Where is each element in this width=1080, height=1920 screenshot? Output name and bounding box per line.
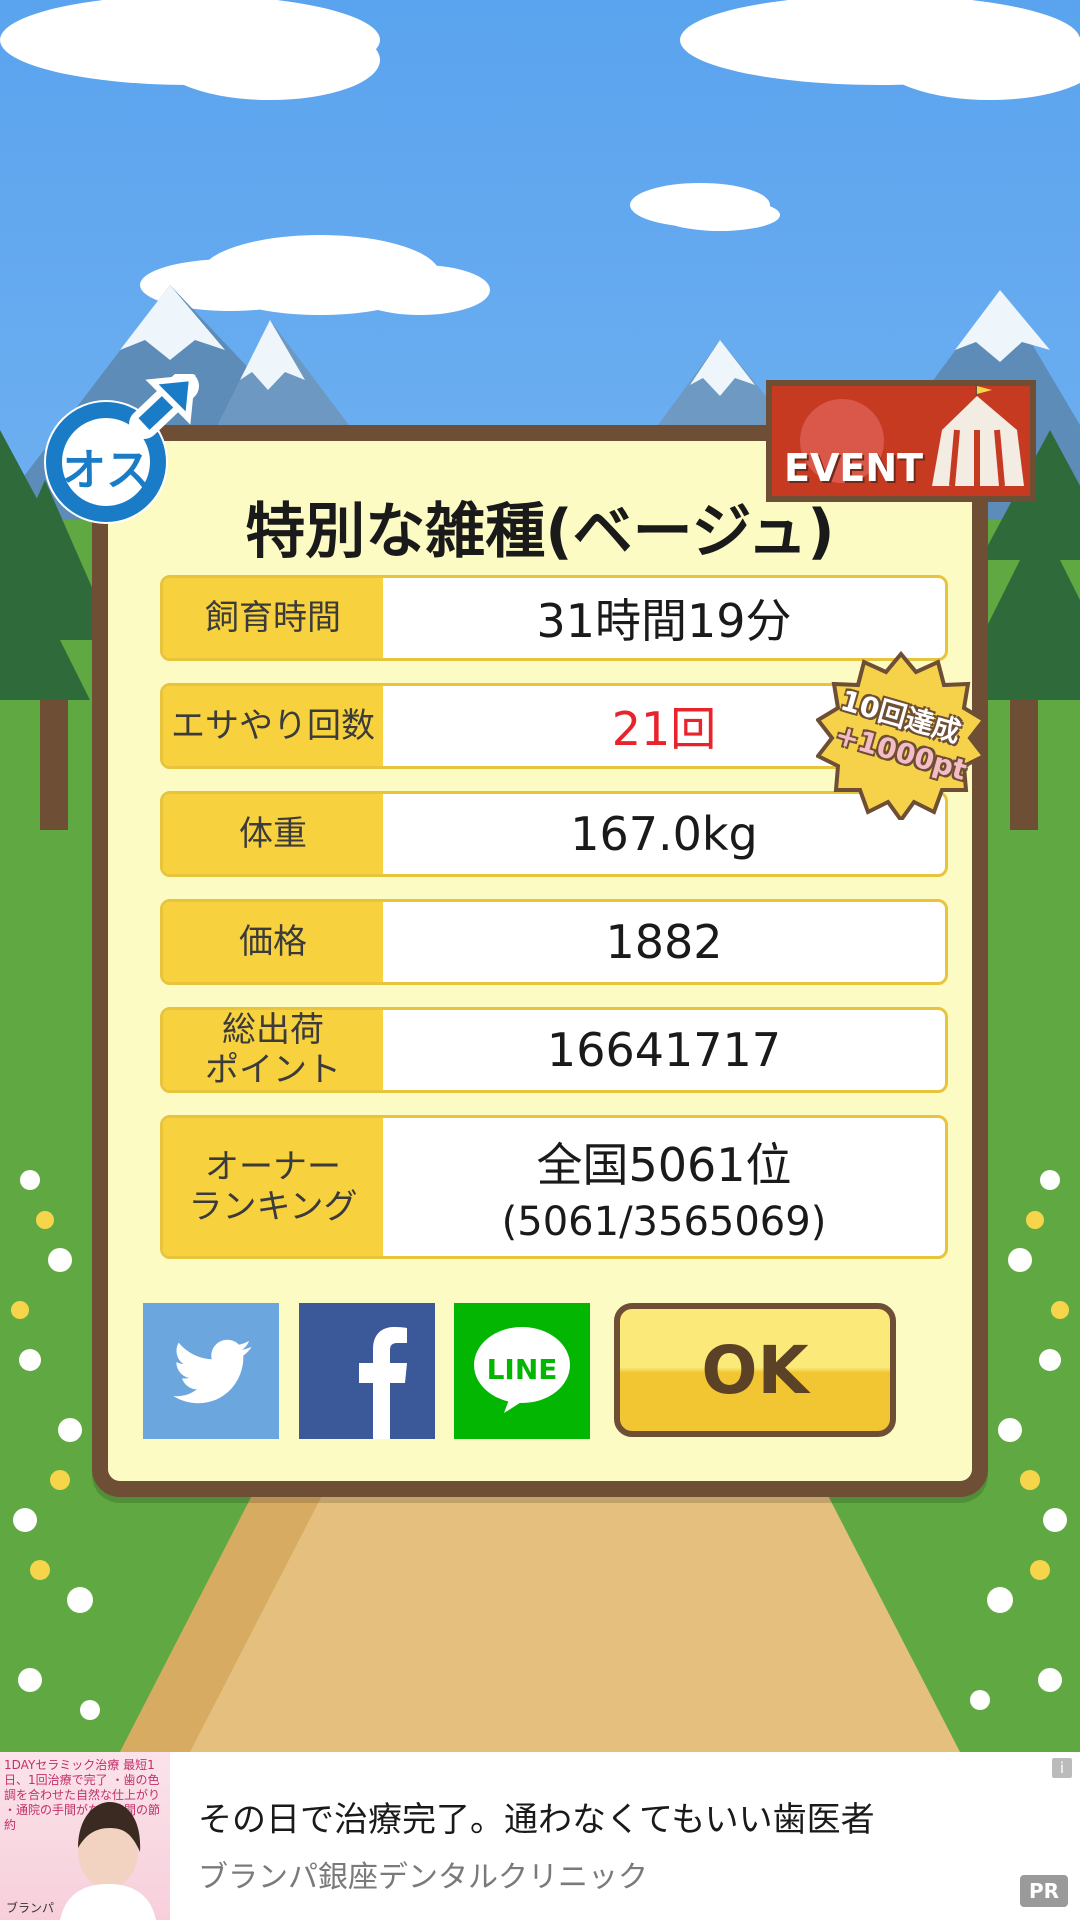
stat-value: 全国5061位 (5061/3565069) — [383, 1118, 945, 1256]
ad-info-icon[interactable]: i — [1052, 1758, 1072, 1778]
ranking-national: 全国5061位 — [536, 1138, 792, 1192]
stat-value: 31時間19分 — [536, 594, 792, 648]
stat-label: オーナー ランキング — [163, 1118, 383, 1256]
stat-row-price: 価格 1882 — [160, 899, 948, 985]
ranking-detail: (5061/3565069) — [501, 1199, 827, 1245]
share-line-button[interactable]: LINE — [454, 1303, 590, 1439]
gender-badge: オス — [34, 371, 199, 529]
stat-label: 価格 — [163, 902, 383, 982]
line-logo-label: LINE — [486, 1353, 558, 1386]
ad-pr-badge: PR — [1020, 1875, 1068, 1907]
ad-person-image — [60, 1802, 156, 1920]
stat-label: 飼育時間 — [163, 578, 383, 658]
event-label: EVENT — [784, 446, 924, 490]
stat-row-owner-ranking: オーナー ランキング 全国5061位 (5061/3565069) — [160, 1115, 948, 1259]
share-facebook-button[interactable] — [299, 1303, 435, 1439]
ad-advertiser: ブランパ銀座デンタルクリニック — [198, 1860, 648, 1895]
ad-banner[interactable]: 1DAYセラミック治療 最短1日、1回治療で完了 ・歯の色調を合わせた自然な仕上… — [0, 1752, 1080, 1920]
ad-image-logo: ブランパ — [6, 1901, 55, 1915]
stat-label: 総出荷 ポイント — [163, 1010, 383, 1090]
gender-label: オス — [62, 445, 150, 496]
stat-value: 1882 — [605, 915, 723, 969]
stat-row-breeding-time: 飼育時間 31時間19分 — [160, 575, 948, 661]
stat-label-line2: ポイント — [205, 1050, 341, 1090]
ad-headline[interactable]: その日で治療完了。通わなくてもいい歯医者 — [198, 1792, 875, 1841]
stat-label: 体重 — [163, 794, 383, 874]
ok-button[interactable]: OK — [614, 1303, 896, 1437]
stat-label-line2: ランキング — [188, 1187, 358, 1227]
ad-image[interactable]: 1DAYセラミック治療 最短1日、1回治療で完了 ・歯の色調を合わせた自然な仕上… — [0, 1752, 170, 1920]
stat-label-line1: オーナー — [205, 1147, 341, 1187]
stat-row-total-shipment-points: 総出荷 ポイント 16641717 — [160, 1007, 948, 1093]
facebook-f-icon — [359, 1327, 407, 1439]
stat-label-line1: 総出荷 — [222, 1010, 324, 1050]
stat-value: 16641717 — [546, 1023, 782, 1077]
twitter-bird-icon — [173, 1339, 252, 1404]
share-twitter-button[interactable] — [143, 1303, 279, 1439]
achievement-badge: 10回達成 +1000pt — [814, 650, 988, 824]
event-banner[interactable]: EVENT — [766, 380, 1036, 502]
stat-label: エサやり回数 — [163, 686, 383, 766]
